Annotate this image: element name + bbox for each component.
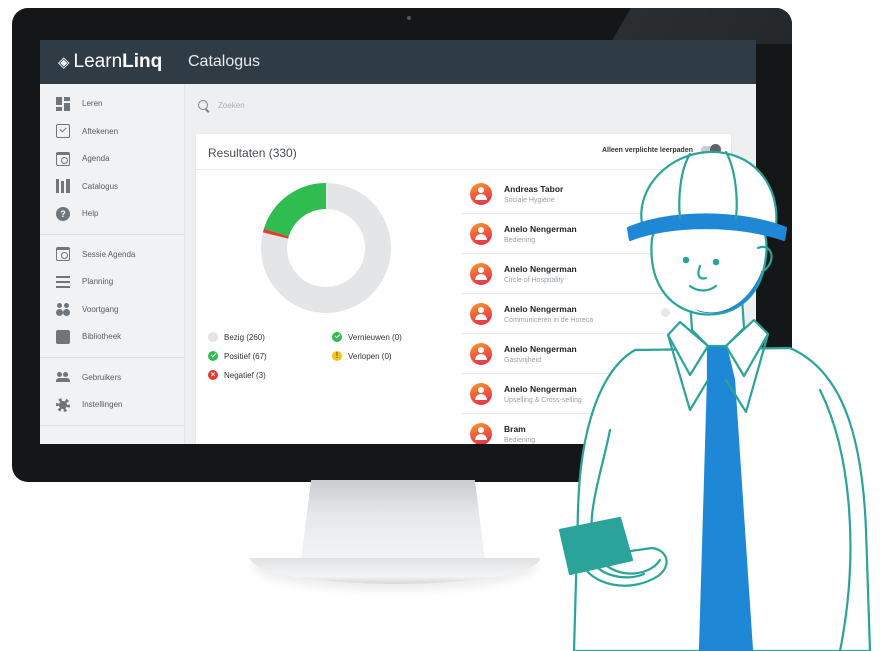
monitor-base [250,558,540,584]
legend-label: Vernieuwen (0) [348,332,402,342]
sidebar: Leren Aftekenen Agenda Catalogus? Help Sessi… [40,84,185,444]
screen-glare [552,8,792,44]
legend-label: Verlopen (0) [348,351,392,361]
sidebar-item-label: Instellingen [82,400,123,410]
help-icon: ? [56,206,70,221]
users-icon [56,370,70,384]
camera [407,16,411,20]
results-title: Resultaten (330) [208,146,297,160]
sidebar-item-sessie-agenda[interactable]: Sessie Agenda [40,241,184,269]
search-bar[interactable]: Zoeken [198,100,245,110]
avatar-icon [470,182,492,205]
list-icon [56,274,70,289]
calendar-icon [56,247,70,262]
search-icon[interactable] [198,100,208,110]
dashboard-icon [56,96,70,111]
logo-icon: ◈ [58,54,70,71]
sidebar-item-label: Bibliotheek [82,332,122,342]
status-donut-chart [260,182,392,314]
sidebar-item-voortgang[interactable]: Voortgang [40,296,184,324]
progress-icon [56,302,70,316]
person-name: Bram [504,423,526,434]
stage: ◈ LearnLinq Catalogus Leren Aftekenen Agen… [0,0,880,651]
sidebar-item-gebruikers[interactable]: Gebruikers [40,364,184,392]
page-title: Catalogus [188,53,261,70]
sidebar-item-label: Agenda [82,154,110,164]
avatar-icon [470,302,492,325]
avatar-icon [470,422,492,444]
library-icon [56,329,70,344]
sidebar-item-label: Planning [82,277,114,287]
gear-icon [56,397,70,412]
sidebar-item-label: Sessie Agenda [82,249,136,259]
books-icon [56,179,70,194]
logo-text-bold: Linq [122,51,163,72]
legend-label: Negatief (3) [224,370,266,380]
check-circle-icon [332,332,342,342]
sidebar-item-aftekenen[interactable]: Aftekenen [40,118,184,146]
worker-illustration [558,150,872,651]
legend-label: Bezig (260) [224,332,265,342]
check-circle-icon [208,351,218,361]
calendar-icon [56,151,70,166]
sidebar-item-agenda[interactable]: Agenda [40,145,184,173]
avatar-icon [470,222,492,245]
legend-item-verlopen[interactable]: ! Verlopen (0) [332,351,442,361]
course-name: Bediening [504,436,536,444]
legend-item-positief[interactable]: Positief (67) [208,351,332,361]
sidebar-item-label: Voortgang [82,304,119,314]
nav-group-main: Leren Aftekenen Agenda Catalogus? Help [40,84,184,235]
person-text: Bram Bediening [504,424,535,444]
top-bar: ◈ LearnLinq Catalogus [40,40,756,84]
sidebar-item-label: Leren [82,99,103,109]
avatar-icon [470,382,492,405]
avatar-icon [470,342,492,365]
legend-label: Positief (67) [224,351,267,361]
status-dot-icon [208,332,218,342]
search-input[interactable]: Zoeken [218,101,245,110]
sidebar-item-label: Aftekenen [82,126,119,136]
monitor-stand [300,480,486,568]
sidebar-item-leren[interactable]: Leren [40,90,184,118]
warning-icon: ! [332,351,342,361]
nav-group-admin: Gebruikers Instellingen [40,358,184,426]
app-logo[interactable]: ◈ LearnLinq [58,51,162,73]
donut-svg [261,183,391,313]
sidebar-item-label: Help [82,209,99,219]
nav-group-manage: Sessie Agenda Planning Voortgang Bibliothee… [40,235,184,358]
sidebar-item-label: Gebruikers [82,372,122,382]
sidebar-item-instellingen[interactable]: Instellingen [40,391,184,419]
sidebar-item-bibliotheek[interactable]: Bibliotheek [40,323,184,351]
checkbox-icon [56,124,70,139]
sidebar-item-label: Catalogus [82,181,119,191]
error-icon: × [208,370,218,380]
chart-legend: Bezig (260) Vernieuwen (0) Positief (67)! V… [208,332,438,380]
logo-text-light: Learn [73,51,123,72]
legend-item-negatief[interactable]: × Negatief (3) [208,370,332,380]
sidebar-item-catalogus[interactable]: Catalogus [40,173,184,201]
legend-item-bezig[interactable]: Bezig (260) [208,332,332,342]
sidebar-item-help[interactable]: ? Help [40,200,184,228]
legend-item-vernieuwen[interactable]: Vernieuwen (0) [332,332,442,342]
sidebar-item-planning[interactable]: Planning [40,268,184,296]
avatar-icon [470,262,492,285]
